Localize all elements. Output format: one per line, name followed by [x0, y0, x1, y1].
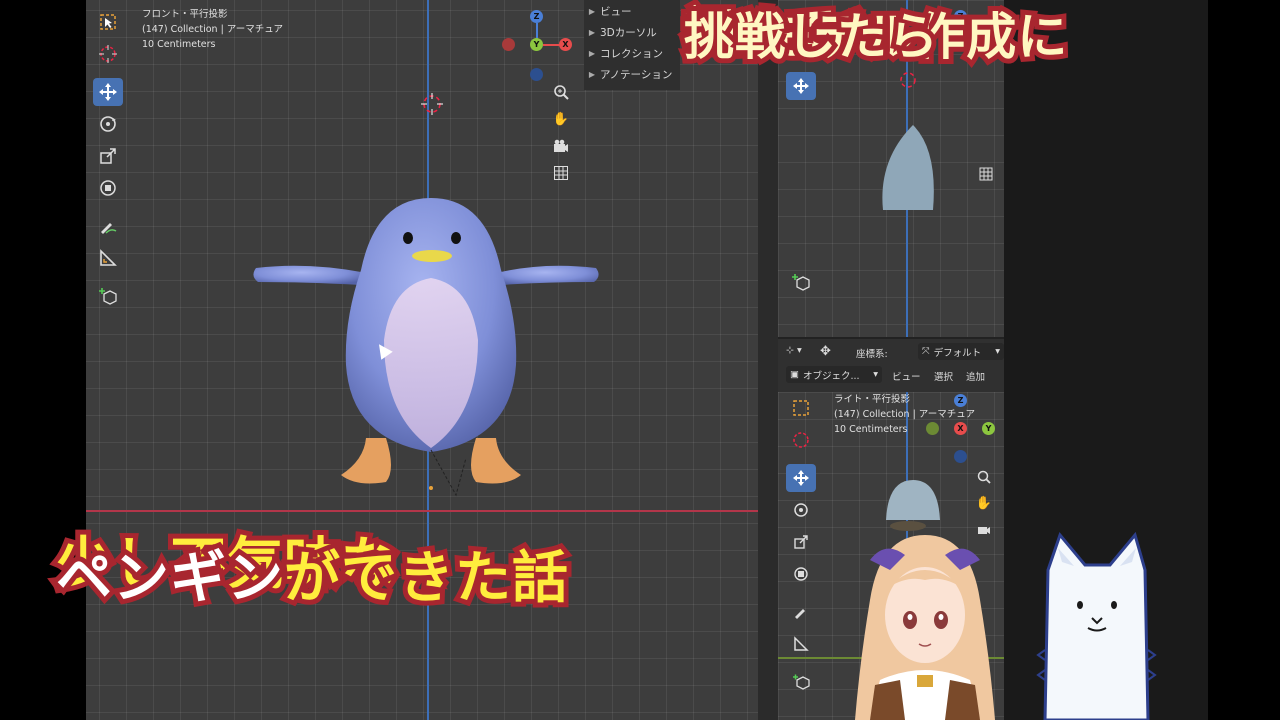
select-box-icon[interactable]	[93, 8, 123, 36]
navigation-gizmo[interactable]: Z X Y	[926, 392, 998, 463]
orientation-select[interactable]: ⤧ デフォルト ▾	[918, 343, 1004, 360]
pan-hand-icon[interactable]: ✋	[972, 491, 996, 515]
gizmo-y[interactable]: Y	[530, 38, 543, 51]
mode-select[interactable]: ▣ オブジェク... ▾	[786, 366, 882, 383]
tool-shelf	[786, 394, 816, 696]
gizmo-neg-z[interactable]	[954, 450, 967, 463]
select-box-icon[interactable]	[786, 394, 816, 422]
add-cube-tool-icon[interactable]	[93, 282, 123, 310]
penguin-model[interactable]	[246, 190, 616, 500]
move-tool-icon[interactable]	[786, 464, 816, 492]
transform-tool-icon[interactable]	[93, 174, 123, 202]
3d-cursor-icon	[900, 72, 916, 88]
gizmo-z[interactable]: Z	[954, 394, 967, 407]
annotate-tool-icon[interactable]	[786, 598, 816, 626]
rotate-tool-icon[interactable]	[93, 110, 123, 138]
gizmo-x[interactable]: X	[559, 38, 572, 51]
cursor-tool-icon[interactable]	[93, 40, 123, 68]
cursor-tool-icon[interactable]	[786, 426, 816, 454]
menu-view[interactable]: ビュー	[892, 369, 921, 383]
transform-tool-icon[interactable]	[786, 560, 816, 588]
menu-select[interactable]: 選択	[934, 369, 953, 383]
menu-item-annotation[interactable]: ▶ アノテーション	[584, 64, 680, 85]
caption-bottom: 少し不気味な ペンギンができた話	[51, 527, 573, 616]
rotate-tool-icon[interactable]	[786, 496, 816, 524]
gizmo-z[interactable]: Z	[530, 10, 543, 23]
tool-shelf-lower	[786, 268, 816, 296]
navigation-gizmo[interactable]: Z Y X	[502, 8, 574, 81]
snap-icon[interactable]: ⊹ ▾	[786, 345, 802, 356]
gizmo-x[interactable]: X	[954, 422, 967, 435]
gizmo-neg-z[interactable]	[530, 68, 543, 81]
scale-tool-icon[interactable]	[93, 142, 123, 170]
grid-icon[interactable]	[549, 161, 573, 185]
zoom-icon[interactable]	[549, 80, 573, 104]
x-axis-line	[86, 510, 758, 512]
measure-tool-icon[interactable]	[93, 244, 123, 272]
menu-add[interactable]: 追加	[966, 369, 985, 383]
main-3d-viewport[interactable]: フロント・平行投影 (147) Collection | アーマチュア 10 C…	[86, 0, 758, 720]
view-name: フロント・平行投影	[142, 9, 228, 20]
transform-pivot-icon[interactable]: ✥	[820, 344, 831, 359]
bottom-right-header: ⊹ ▾ ✥ 座標系: ⤧ デフォルト ▾ ▣ オブジェク... ▾ ビュー 選択 追加	[778, 337, 1004, 392]
caption-bottom-penguin: ペンギン	[51, 541, 288, 616]
annotate-tool-icon[interactable]	[93, 212, 123, 240]
3d-cursor-icon	[421, 93, 443, 115]
gizmo-neg-x[interactable]	[502, 38, 515, 51]
orientation-label: 座標系:	[856, 349, 888, 360]
caption-top-line-3: 挑戦したら	[679, 3, 943, 71]
collection-line: (147) Collection | アーマチュア	[142, 24, 284, 35]
gizmo-neg-y[interactable]	[926, 422, 939, 435]
add-cube-tool-icon[interactable]	[786, 268, 816, 296]
tool-shelf	[93, 8, 123, 310]
menu-item-collection[interactable]: ▶ コレクション	[584, 43, 680, 64]
viewport-info: フロント・平行投影 (147) Collection | アーマチュア 10 C…	[142, 7, 283, 52]
area-separator	[758, 0, 778, 720]
penguin-side-model	[882, 125, 934, 210]
scale-line: 10 Centimeters	[142, 39, 216, 50]
menu-item-3d-cursor[interactable]: ▶ 3Dカーソル	[584, 22, 680, 43]
pan-hand-icon[interactable]: ✋	[549, 107, 573, 131]
camera-icon[interactable]	[549, 134, 573, 158]
move-tool-icon[interactable]	[786, 72, 816, 100]
move-tool-icon[interactable]	[93, 78, 123, 106]
overlay-menu: ▶ ビュー ▶ 3Dカーソル ▶ コレクション ▶ アノテーション	[584, 0, 680, 90]
scale-tool-icon[interactable]	[786, 528, 816, 556]
add-cube-tool-icon[interactable]	[786, 668, 816, 696]
zoom-icon[interactable]	[972, 465, 996, 489]
gizmo-y[interactable]: Y	[982, 422, 995, 435]
caption-bottom-rest: ができた話	[279, 541, 573, 616]
girl-character-avatar	[855, 535, 995, 720]
grid-icon[interactable]	[974, 162, 998, 186]
cat-character-avatar	[1036, 531, 1157, 720]
menu-item-view[interactable]: ▶ ビュー	[584, 1, 680, 22]
tool-shelf	[786, 72, 816, 100]
measure-tool-icon[interactable]	[786, 630, 816, 658]
